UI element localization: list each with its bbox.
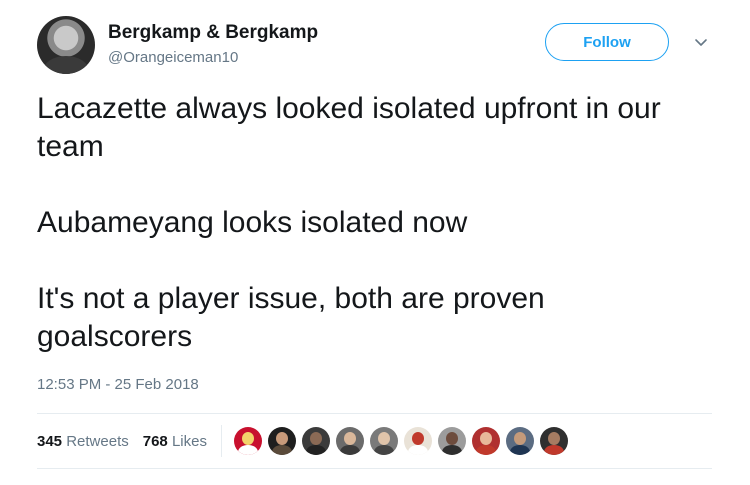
avatar-body (543, 445, 564, 455)
likes-count: 768 (142, 432, 168, 450)
retweets-label: Retweets (66, 432, 129, 450)
author-display-name[interactable]: Bergkamp & Bergkamp (108, 22, 318, 44)
likes-label: Likes (171, 432, 207, 450)
stats-separator (220, 425, 222, 457)
avatar-face (547, 432, 560, 445)
tweet-paragraph: Aubameyang looks isolated now (37, 206, 468, 239)
liker-avatar[interactable] (335, 427, 364, 455)
avatar-body (441, 445, 462, 455)
avatar-face (377, 432, 390, 445)
retweets-count: 345 (37, 432, 63, 450)
avatar-body (305, 445, 326, 455)
avatar-body (339, 445, 360, 455)
tweet-paragraph: Lacazette always looked isolated upfront… (37, 92, 661, 163)
liker-avatars (233, 427, 574, 455)
tweet-stats: 345 Retweets 768 Likes (37, 414, 712, 468)
chevron-down-icon[interactable] (693, 34, 709, 50)
tweet-timestamp[interactable]: 12:53 PM - 25 Feb 2018 (37, 376, 199, 393)
tweet-header: Bergkamp & Bergkamp @Orangeiceman10 Foll… (37, 16, 717, 78)
liker-avatar[interactable] (369, 427, 398, 455)
avatar-face (411, 432, 424, 445)
liker-avatar[interactable] (505, 427, 534, 455)
avatar-face (275, 432, 288, 445)
avatar-face (343, 432, 356, 445)
avatar-body (271, 445, 292, 455)
avatar-body (237, 445, 258, 455)
tweet-text: Lacazette always looked isolated upfront… (37, 90, 707, 356)
likes-stat[interactable]: 768 Likes (143, 433, 207, 450)
liker-avatar[interactable] (539, 427, 568, 455)
liker-avatar[interactable] (267, 427, 296, 455)
liker-avatar[interactable] (301, 427, 330, 455)
retweets-stat[interactable]: 345 Retweets (37, 433, 129, 450)
avatar-face (445, 432, 458, 445)
avatar-body (509, 445, 530, 455)
avatar-face (241, 432, 254, 445)
arsenal-crest-avatar[interactable] (233, 427, 262, 455)
divider (37, 468, 712, 469)
follow-button[interactable]: Follow (545, 23, 669, 61)
author-handle[interactable]: @Orangeiceman10 (108, 49, 238, 66)
author-avatar[interactable] (37, 16, 95, 74)
liker-avatar[interactable] (403, 427, 432, 455)
avatar-body (373, 445, 394, 455)
avatar-silhouette (43, 56, 89, 74)
liker-avatar[interactable] (437, 427, 466, 455)
liker-avatar[interactable] (471, 427, 500, 455)
avatar-face (513, 432, 526, 445)
avatar-body (407, 445, 428, 455)
avatar-face (309, 432, 322, 445)
avatar-body (475, 445, 496, 455)
avatar-face (479, 432, 492, 445)
tweet-paragraph: It's not a player issue, both are proven… (37, 282, 545, 353)
